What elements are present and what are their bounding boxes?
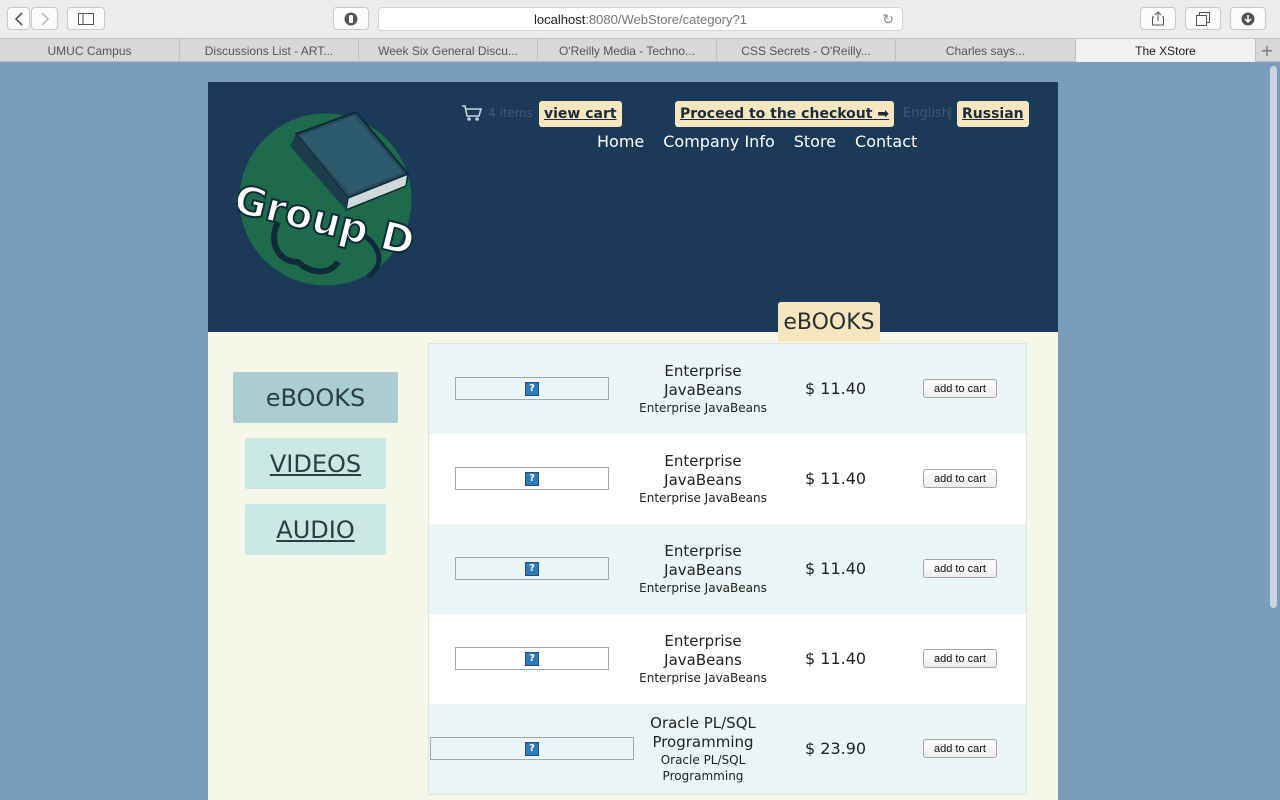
store-page: Group D 4 items view cart Proceed to the… [208, 82, 1058, 800]
product-price: $ 11.40 [805, 649, 867, 668]
browser-toolbar: localhost:8080/WebStore/category?1 ↻ [0, 0, 1280, 38]
product-title: Enterprise JavaBeans [664, 632, 742, 669]
sidebar-item-videos[interactable]: VIDEOS [245, 438, 386, 489]
forward-button[interactable] [31, 7, 58, 30]
share-button[interactable] [1140, 7, 1176, 30]
product-price: $ 23.90 [805, 739, 867, 758]
downloads-button[interactable] [1230, 7, 1266, 30]
back-button[interactable] [7, 7, 30, 30]
product-title: Enterprise JavaBeans [664, 542, 742, 579]
add-to-cart-button[interactable]: add to cart [923, 649, 997, 668]
product-title: Enterprise JavaBeans [664, 362, 742, 399]
product-title: Oracle PL/SQL Programming [650, 714, 756, 751]
url-path: :8080/WebStore/category?1 [585, 11, 747, 27]
lang-english: English [903, 106, 950, 121]
group-d-logo[interactable]: Group D [238, 112, 413, 287]
new-tab-button[interactable]: + [1256, 39, 1278, 62]
product-image[interactable]: ? [430, 737, 634, 760]
checkout-link[interactable]: Proceed to the checkout ➡ [675, 101, 895, 127]
nav-store[interactable]: Store [794, 132, 836, 151]
view-cart-link[interactable]: view cart [539, 101, 622, 127]
share-icon [1152, 11, 1164, 26]
product-image[interactable]: ? [455, 647, 609, 670]
nav-home[interactable]: Home [597, 132, 644, 151]
sidebar-toggle-button[interactable] [67, 7, 105, 30]
add-to-cart-button[interactable]: add to cart [923, 469, 997, 488]
cart-count: 4 items [488, 106, 533, 120]
missing-image-icon: ? [525, 561, 539, 576]
product-image[interactable]: ? [455, 557, 609, 580]
product-price: $ 11.40 [805, 469, 867, 488]
category-tab: eBOOKS [778, 302, 880, 342]
product-image[interactable]: ? [455, 467, 609, 490]
site-header: Group D 4 items view cart Proceed to the… [208, 82, 1058, 332]
browser-tab-active[interactable]: The XStore [1076, 39, 1256, 62]
product-row: ? Oracle PL/SQL Programming Oracle PL/SQ… [429, 704, 1026, 794]
url-host: localhost [534, 11, 586, 27]
product-image[interactable]: ? [455, 377, 609, 400]
hand-icon [344, 12, 358, 25]
product-subtitle: Enterprise JavaBeans [639, 491, 767, 505]
browser-tab[interactable]: Week Six General Discu... [359, 39, 538, 62]
tab-strip: UMUC Campus Discussions List - ART... We… [0, 38, 1280, 62]
browser-tab[interactable]: CSS Secrets - O'Reilly... [717, 39, 896, 62]
product-subtitle: Oracle PL/SQL Programming [660, 753, 746, 783]
add-to-cart-button[interactable]: add to cart [923, 739, 997, 758]
product-row: ? Enterprise JavaBeans Enterprise JavaBe… [429, 344, 1026, 434]
product-title-block: Enterprise JavaBeans Enterprise JavaBean… [637, 362, 769, 416]
lang-separator: | [948, 106, 953, 121]
reload-icon[interactable]: ↻ [882, 11, 894, 28]
browser-tab[interactable]: Discussions List - ART... [180, 39, 359, 62]
scrollbar-thumb[interactable] [1270, 66, 1277, 608]
cart-icon[interactable] [461, 104, 483, 122]
product-row: ? Enterprise JavaBeans Enterprise JavaBe… [429, 614, 1026, 704]
nav-company-info[interactable]: Company Info [663, 132, 774, 151]
product-subtitle: Enterprise JavaBeans [639, 401, 767, 415]
product-title-block: Enterprise JavaBeans Enterprise JavaBean… [637, 632, 769, 686]
tabs-overview-button[interactable] [1185, 7, 1221, 30]
address-bar[interactable]: localhost:8080/WebStore/category?1 ↻ [378, 7, 903, 31]
product-title-block: Enterprise JavaBeans Enterprise JavaBean… [637, 452, 769, 506]
product-subtitle: Enterprise JavaBeans [639, 581, 767, 595]
tabs-icon [1196, 11, 1210, 26]
missing-image-icon: ? [525, 651, 539, 666]
browser-tab[interactable]: Charles says... [896, 39, 1076, 62]
browser-tab[interactable]: UMUC Campus [0, 39, 180, 62]
privacy-button[interactable] [333, 7, 369, 30]
product-subtitle: Enterprise JavaBeans [639, 671, 767, 685]
missing-image-icon: ? [525, 741, 539, 756]
sidebar-icon [78, 12, 94, 25]
product-price: $ 11.40 [805, 379, 867, 398]
missing-image-icon: ? [525, 471, 539, 486]
product-title-block: Enterprise JavaBeans Enterprise JavaBean… [637, 542, 769, 596]
add-to-cart-button[interactable]: add to cart [923, 559, 997, 578]
product-list: ? Enterprise JavaBeans Enterprise JavaBe… [428, 343, 1027, 795]
nav-contact[interactable]: Contact [855, 132, 917, 151]
sidebar-item-audio[interactable]: AUDIO [245, 504, 386, 555]
chevron-left-icon [14, 11, 23, 26]
product-row: ? Enterprise JavaBeans Enterprise JavaBe… [429, 524, 1026, 614]
missing-image-icon: ? [525, 381, 539, 396]
browser-tab[interactable]: O'Reilly Media - Techno... [538, 39, 717, 62]
product-title: Enterprise JavaBeans [664, 452, 742, 489]
main-nav: Home Company Info Store Contact [597, 132, 917, 151]
lang-russian-link[interactable]: Russian [957, 101, 1029, 127]
sidebar-item-ebooks[interactable]: eBOOKS [233, 372, 398, 423]
add-to-cart-button[interactable]: add to cart [923, 379, 997, 398]
page-scrollbar[interactable] [1267, 62, 1280, 800]
chevron-right-icon [40, 11, 49, 26]
product-price: $ 11.40 [805, 559, 867, 578]
product-title-block: Oracle PL/SQL Programming Oracle PL/SQL … [637, 714, 769, 784]
download-icon [1241, 12, 1255, 25]
product-row: ? Enterprise JavaBeans Enterprise JavaBe… [429, 434, 1026, 524]
